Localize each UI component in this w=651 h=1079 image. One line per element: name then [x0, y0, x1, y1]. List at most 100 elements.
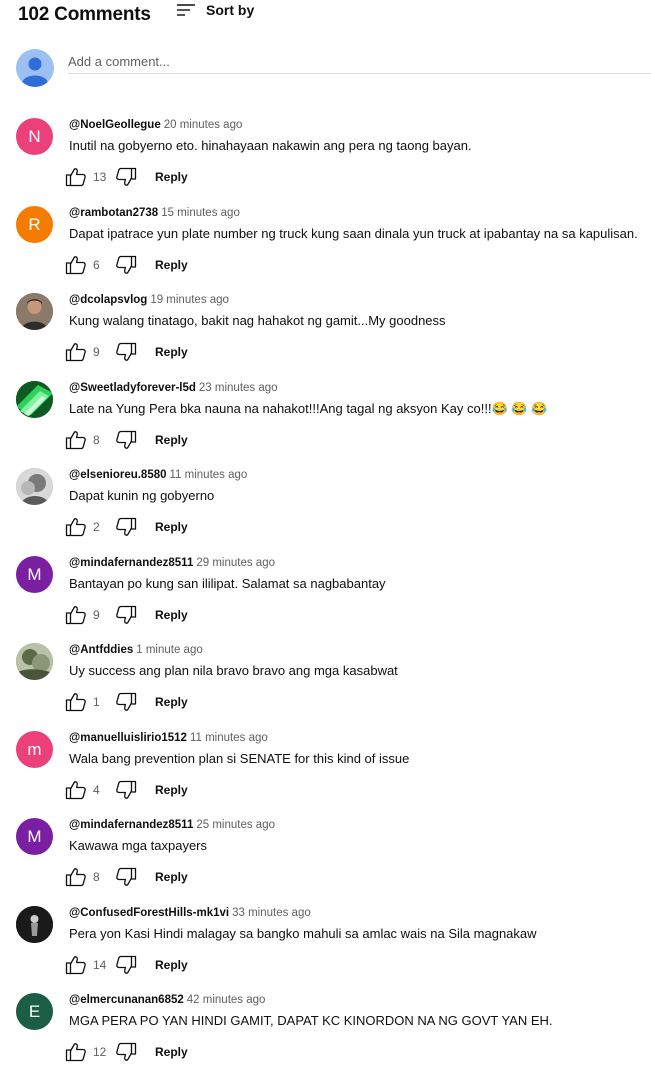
add-comment-input[interactable] [68, 49, 651, 74]
add-comment-row [16, 47, 651, 89]
comment-author[interactable]: @Antfddies [69, 644, 133, 656]
avatar[interactable]: m [16, 731, 53, 768]
avatar[interactable] [16, 381, 53, 418]
reply-button[interactable]: Reply [155, 870, 188, 884]
comment-author[interactable]: @elmercunanan6852 [69, 994, 184, 1006]
thumbs-up-icon[interactable] [65, 342, 87, 362]
thumbs-down-icon[interactable] [115, 255, 137, 275]
thumbs-up-icon[interactable] [65, 692, 87, 712]
comment-author[interactable]: @manuelluislirio1512 [69, 732, 187, 744]
thumbs-down-icon[interactable] [115, 867, 137, 887]
comment-actions: 13 Reply [65, 166, 188, 188]
comment-item: m @manuelluislirio1512 11 minutes ago Wal… [16, 731, 646, 817]
comment-text: Late na Yung Pera bka nauna na nahakot!!… [69, 401, 548, 416]
comments-header: 102 Comments Sort by [16, 0, 636, 30]
avatar-letter: M [27, 826, 42, 846]
sort-label: Sort by [206, 2, 255, 18]
avatar[interactable]: R [16, 206, 53, 243]
comment-item: E @elmercunanan6852 42 minutes ago MGA PE… [16, 993, 646, 1079]
comment-text: Inutil na gobyerno eto. hinahayaan nakaw… [69, 138, 472, 153]
like-count: 6 [93, 258, 100, 272]
comment-author[interactable]: @mindafernandez8511 [69, 819, 193, 831]
like-count: 9 [93, 345, 100, 359]
like-count: 14 [93, 958, 107, 972]
comment-time: 25 minutes ago [196, 819, 275, 831]
comment-item: M @mindafernandez8511 25 minutes ago Kawa… [16, 818, 646, 904]
avatar[interactable] [16, 293, 53, 330]
comment-author[interactable]: @rambotan2738 [69, 207, 158, 219]
like-count: 12 [93, 1045, 107, 1059]
thumbs-up-icon[interactable] [65, 1042, 87, 1062]
comment-time: 20 minutes ago [163, 119, 243, 131]
reply-button[interactable]: Reply [155, 958, 188, 972]
reply-button[interactable]: Reply [155, 258, 188, 272]
comment-actions: 8 Reply [65, 866, 188, 888]
comment-text: Dapat kunin ng gobyerno [69, 488, 215, 503]
comment-author[interactable]: @Sweetladyforever-l5d [69, 382, 196, 394]
thumbs-up-icon[interactable] [65, 605, 87, 625]
reply-button[interactable]: Reply [155, 345, 188, 359]
reply-button[interactable]: Reply [155, 608, 188, 622]
comment-item: @ConfusedForestHills-mk1vi 33 minutes ago… [16, 906, 646, 992]
comment-item: @elsenioreu.8580 11 minutes ago Dapat kun… [16, 468, 646, 554]
like-count: 1 [93, 695, 100, 709]
comment-time: 1 minute ago [136, 644, 203, 656]
thumbs-up-icon[interactable] [65, 780, 87, 800]
thumbs-up-icon[interactable] [65, 955, 87, 975]
avatar-letter: m [27, 739, 42, 759]
comment-author[interactable]: @elsenioreu.8580 [69, 469, 167, 481]
thumbs-down-icon[interactable] [115, 955, 137, 975]
avatar-letter: N [28, 126, 41, 146]
comment-author[interactable]: @NoelGeollegue [69, 119, 161, 131]
user-avatar-icon [16, 49, 54, 87]
reply-button[interactable]: Reply [155, 520, 188, 534]
comment-time: 33 minutes ago [232, 907, 311, 919]
comment-time: 11 minutes ago [169, 469, 248, 481]
thumbs-down-icon[interactable] [115, 517, 137, 537]
comment-item: @dcolapsvlog 19 minutes ago Kung walang t… [16, 293, 646, 379]
reply-button[interactable]: Reply [155, 783, 188, 797]
thumbs-up-icon[interactable] [65, 430, 87, 450]
comment-author[interactable]: @dcolapsvlog [69, 294, 147, 306]
thumbs-down-icon[interactable] [115, 1042, 137, 1062]
comment-text: Wala bang prevention plan si SENATE for … [69, 751, 410, 766]
sort-button[interactable]: Sort by [176, 2, 254, 18]
comment-count: 102 Comments [18, 4, 151, 25]
like-count: 4 [93, 783, 100, 797]
comment-author[interactable]: @ConfusedForestHills-mk1vi [69, 907, 229, 919]
thumbs-down-icon[interactable] [115, 605, 137, 625]
like-count: 8 [93, 433, 100, 447]
comment-text: Dapat ipatrace yun plate number ng truck… [69, 226, 638, 241]
comment-time: 15 minutes ago [161, 207, 240, 219]
thumbs-up-icon[interactable] [65, 167, 87, 187]
comment-item: N @NoelGeollegue 20 minutes ago Inutil na… [16, 118, 646, 204]
comment-text: Uy success ang plan nila bravo bravo ang… [69, 663, 398, 678]
avatar[interactable]: N [16, 118, 53, 155]
reply-button[interactable]: Reply [155, 170, 188, 184]
avatar[interactable]: M [16, 818, 53, 855]
thumbs-down-icon[interactable] [115, 167, 137, 187]
avatar[interactable] [16, 643, 53, 680]
avatar-letter: E [28, 1001, 41, 1021]
avatar[interactable] [16, 906, 53, 943]
comment-time: 19 minutes ago [150, 294, 229, 306]
thumbs-up-icon[interactable] [65, 255, 87, 275]
avatar[interactable]: E [16, 993, 53, 1030]
comment-time: 11 minutes ago [189, 732, 268, 744]
avatar[interactable] [16, 468, 53, 505]
like-count: 2 [93, 520, 100, 534]
avatar[interactable]: M [16, 556, 53, 593]
comment-item: R @rambotan2738 15 minutes ago Dapat ipat… [16, 206, 646, 292]
comment-text: Bantayan po kung san ililipat. Salamat s… [69, 576, 386, 591]
comment-author[interactable]: @mindafernandez8511 [69, 557, 193, 569]
thumbs-down-icon[interactable] [115, 780, 137, 800]
comment-time: 23 minutes ago [198, 382, 278, 394]
reply-button[interactable]: Reply [155, 433, 188, 447]
thumbs-down-icon[interactable] [115, 430, 137, 450]
reply-button[interactable]: Reply [155, 695, 188, 709]
thumbs-down-icon[interactable] [115, 692, 137, 712]
thumbs-up-icon[interactable] [65, 517, 87, 537]
thumbs-down-icon[interactable] [115, 342, 137, 362]
reply-button[interactable]: Reply [155, 1045, 188, 1059]
thumbs-up-icon[interactable] [65, 867, 87, 887]
